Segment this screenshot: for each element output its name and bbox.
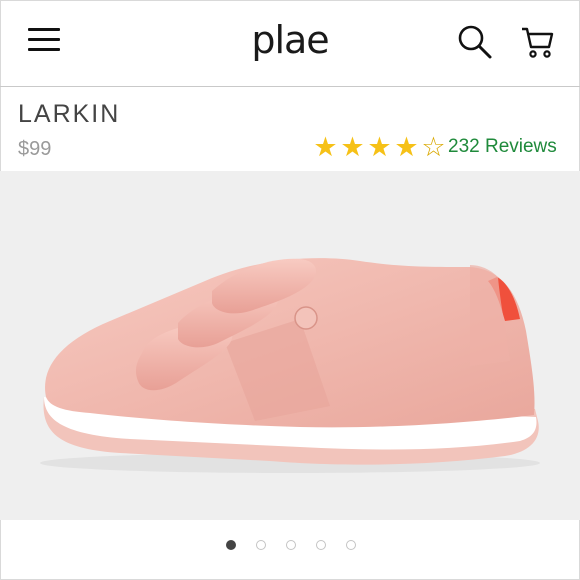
product-rating[interactable]: ★ ★ ★ ★ ☆ 232 Reviews: [312, 132, 557, 162]
carousel-dot[interactable]: [226, 540, 236, 550]
search-icon[interactable]: [457, 24, 493, 60]
product-image[interactable]: [0, 171, 580, 520]
cart-icon[interactable]: [520, 25, 556, 61]
star-empty-icon: ☆: [421, 132, 446, 162]
star-filled-icon: ★: [340, 132, 365, 162]
carousel-dot[interactable]: [286, 540, 296, 550]
star-filled-icon: ★: [394, 132, 419, 162]
reviews-link[interactable]: 232 Reviews: [448, 136, 557, 158]
brand-logo[interactable]: plae: [0, 18, 580, 62]
site-header: plae: [0, 0, 580, 87]
product-price: $99: [18, 138, 52, 160]
carousel-dot[interactable]: [316, 540, 326, 550]
carousel-dot[interactable]: [256, 540, 266, 550]
sneaker-illustration: [40, 258, 540, 473]
carousel-dot[interactable]: [346, 540, 356, 550]
carousel-indicators: [0, 540, 580, 560]
star-filled-icon: ★: [313, 132, 338, 162]
star-filled-icon: ★: [367, 132, 392, 162]
product-name: LARKIN: [18, 100, 121, 128]
rating-stars: ★ ★ ★ ★ ☆: [312, 132, 447, 162]
